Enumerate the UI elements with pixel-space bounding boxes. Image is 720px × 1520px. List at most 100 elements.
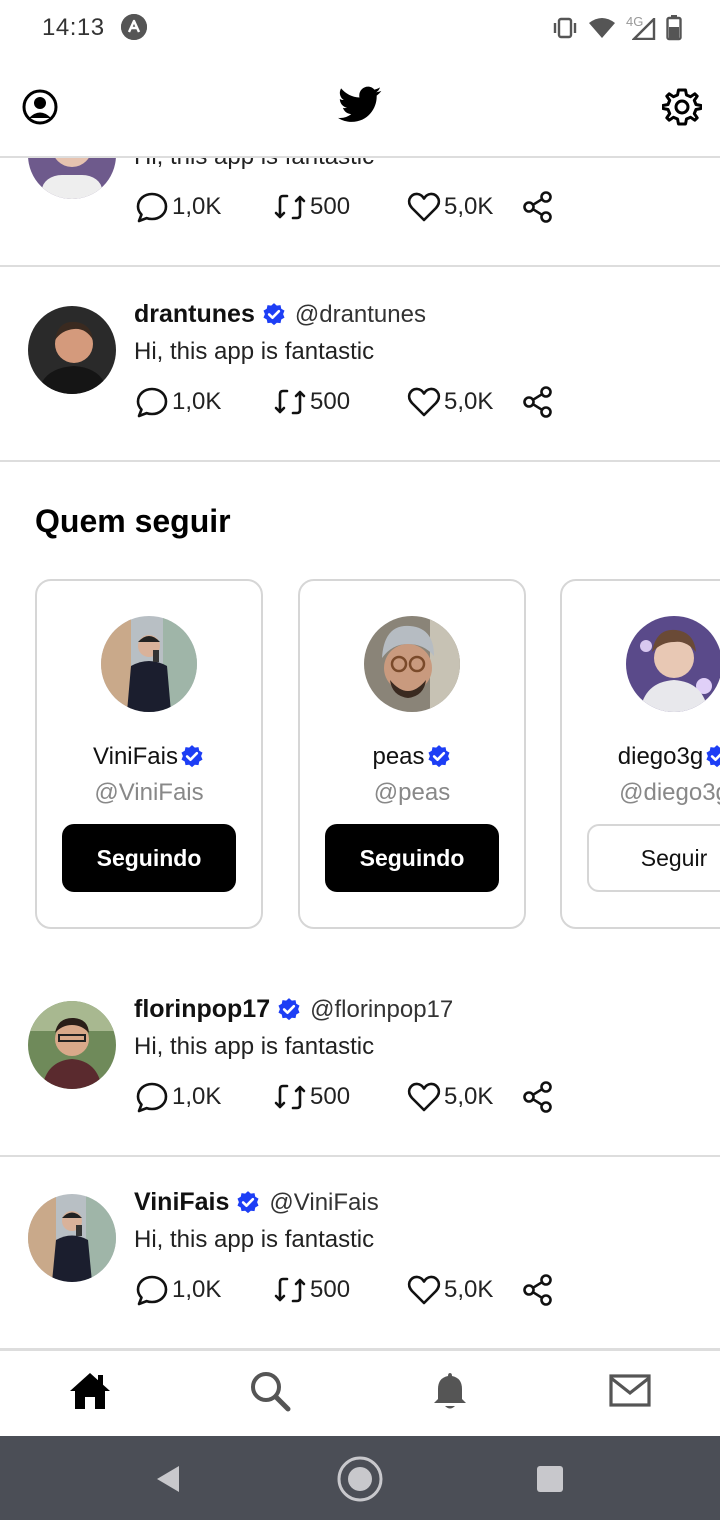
like-button[interactable]: 5,0K xyxy=(406,1270,493,1310)
home-circle-icon xyxy=(337,1456,383,1502)
wifi-icon xyxy=(589,18,615,38)
reply-count: 1,0K xyxy=(172,1083,222,1110)
twitter-logo[interactable] xyxy=(338,86,382,124)
bell-icon xyxy=(434,1373,466,1409)
like-count: 5,0K xyxy=(444,388,494,415)
profile-button[interactable] xyxy=(22,89,58,125)
back-triangle-icon xyxy=(157,1466,179,1492)
avatar[interactable] xyxy=(28,1001,116,1089)
avatar[interactable] xyxy=(28,158,116,199)
mail-icon xyxy=(609,1374,651,1407)
retweet-button[interactable]: 500 xyxy=(272,1270,350,1310)
share-button[interactable] xyxy=(522,1270,556,1310)
home-button[interactable] xyxy=(335,1454,385,1504)
heart-icon xyxy=(407,1082,441,1112)
follow-card-name: diego3g xyxy=(562,743,720,771)
tweet-item[interactable]: florinpop17 @florinpop17 Hi, this app is… xyxy=(0,963,720,1157)
like-button[interactable]: 5,0K xyxy=(406,187,493,227)
nav-messages[interactable] xyxy=(608,1369,652,1413)
reply-count: 1,0K xyxy=(172,193,222,220)
like-button[interactable]: 5,0K xyxy=(406,1077,493,1117)
tweet-text: Hi, this app is fantastic xyxy=(134,338,375,365)
retweet-button[interactable]: 500 xyxy=(272,1077,350,1117)
following-button[interactable]: Seguindo xyxy=(62,824,236,892)
tweet-item[interactable]: Hi, this app is fantastic 1,0K 500 5,0K xyxy=(0,158,720,267)
bottom-navigation xyxy=(0,1349,720,1436)
nav-notifications[interactable] xyxy=(428,1369,472,1413)
status-bar: 14:13 4G xyxy=(0,0,720,56)
follow-card[interactable]: ViniFais @ViniFais Seguindo xyxy=(35,579,263,929)
share-icon xyxy=(523,191,552,223)
share-button[interactable] xyxy=(522,382,556,422)
heart-icon xyxy=(407,1275,441,1305)
reply-button[interactable]: 1,0K xyxy=(134,1077,221,1117)
signal-icon: 4G xyxy=(626,14,656,40)
retweet-count: 500 xyxy=(310,1276,351,1303)
tweet-author[interactable]: drantunes @drantunes xyxy=(134,300,426,329)
battery-icon xyxy=(666,15,682,41)
retweet-button[interactable]: 500 xyxy=(272,382,350,422)
tweet-text: Hi, this app is fantastic xyxy=(134,158,374,171)
like-button[interactable]: 5,0K xyxy=(406,382,493,422)
app-header xyxy=(0,56,720,158)
tweet-actions: 1,0K 500 5,0K xyxy=(134,382,574,422)
card-handle: @diego3g xyxy=(619,779,720,806)
avatar[interactable] xyxy=(364,616,460,712)
who-to-follow-title: Quem seguir xyxy=(35,503,231,539)
comment-icon xyxy=(136,192,168,223)
retweet-count: 500 xyxy=(310,1083,351,1110)
verified-badge-icon xyxy=(278,997,300,1020)
reply-button[interactable]: 1,0K xyxy=(134,1270,221,1310)
share-icon xyxy=(523,386,552,418)
share-button[interactable] xyxy=(522,187,556,227)
status-time: 14:13 xyxy=(42,14,105,41)
card-name: ViniFais xyxy=(93,743,178,770)
like-count: 5,0K xyxy=(444,1276,494,1303)
comment-icon xyxy=(136,1082,168,1113)
like-count: 5,0K xyxy=(444,1083,494,1110)
reply-count: 1,0K xyxy=(172,1276,222,1303)
tweet-author[interactable]: florinpop17 @florinpop17 xyxy=(134,995,453,1024)
recents-button[interactable] xyxy=(525,1454,575,1504)
settings-button[interactable] xyxy=(661,87,703,127)
avatar[interactable] xyxy=(28,306,116,394)
share-button[interactable] xyxy=(522,1077,556,1117)
follow-card-name: ViniFais xyxy=(37,743,261,771)
author-name[interactable]: drantunes xyxy=(134,300,255,329)
app-notification-icon xyxy=(121,14,147,40)
retweet-count: 500 xyxy=(310,193,351,220)
tweet-item[interactable]: drantunes @drantunes Hi, this app is fan… xyxy=(0,268,720,462)
twitter-bird-icon xyxy=(338,86,382,122)
follow-card[interactable]: diego3g @diego3g Seguir xyxy=(560,579,720,929)
retweet-icon xyxy=(274,194,306,220)
avatar[interactable] xyxy=(626,616,720,712)
following-button[interactable]: Seguindo xyxy=(325,824,499,892)
follow-button[interactable]: Seguir xyxy=(587,824,720,892)
retweet-icon xyxy=(274,1277,306,1303)
retweet-button[interactable]: 500 xyxy=(272,187,350,227)
author-handle[interactable]: @ViniFais xyxy=(269,1189,378,1217)
author-name[interactable]: ViniFais xyxy=(134,1188,229,1217)
reply-button[interactable]: 1,0K xyxy=(134,382,221,422)
status-icons: 4G xyxy=(552,14,682,42)
author-handle[interactable]: @florinpop17 xyxy=(310,996,453,1024)
avatar[interactable] xyxy=(101,616,197,712)
retweet-count: 500 xyxy=(310,388,351,415)
avatar[interactable] xyxy=(28,1194,116,1282)
author-handle[interactable]: @drantunes xyxy=(295,301,426,329)
retweet-icon xyxy=(274,1084,306,1110)
tweet-actions: 1,0K 500 5,0K xyxy=(134,187,574,227)
back-button[interactable] xyxy=(145,1454,195,1504)
recents-square-icon xyxy=(537,1466,563,1492)
share-icon xyxy=(523,1274,552,1306)
nav-home[interactable] xyxy=(68,1369,112,1413)
tweet-author[interactable]: ViniFais @ViniFais xyxy=(134,1188,379,1217)
feed[interactable]: Hi, this app is fantastic 1,0K 500 5,0K xyxy=(0,158,720,1349)
heart-icon xyxy=(407,387,441,417)
reply-button[interactable]: 1,0K xyxy=(134,187,221,227)
nav-search[interactable] xyxy=(248,1369,292,1413)
follow-card[interactable]: peas @peas Seguindo xyxy=(298,579,526,929)
like-count: 5,0K xyxy=(444,193,494,220)
tweet-item[interactable]: ViniFais @ViniFais Hi, this app is fanta… xyxy=(0,1156,720,1349)
author-name[interactable]: florinpop17 xyxy=(134,995,270,1024)
